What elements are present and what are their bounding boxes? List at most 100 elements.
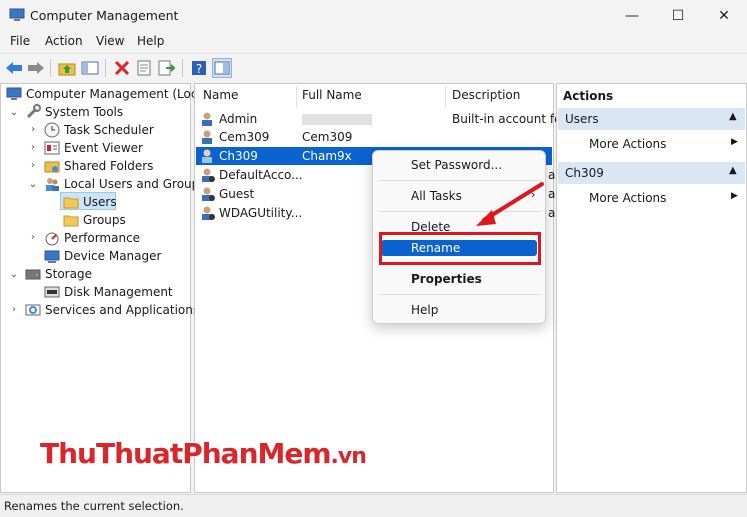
actions-section-title: Users (565, 112, 599, 126)
submenu-arrow-icon: ▶ (731, 191, 738, 201)
tree-item-shared-folders[interactable]: Shared Folders (44, 157, 153, 175)
menu-view[interactable]: View (96, 34, 124, 48)
chevron-right-icon[interactable]: › (28, 142, 38, 153)
watermark-logo: ThuThuatPhanMem.vn (40, 437, 367, 470)
up-folder-icon (58, 63, 76, 76)
more-actions-ch309[interactable]: More Actions (589, 191, 666, 205)
close-icon: ✕ (718, 8, 730, 24)
tree-item-storage[interactable]: Storage (25, 265, 92, 283)
tree-item-event-viewer[interactable]: Event Viewer (44, 139, 143, 157)
menu-bar: File Action View Help (0, 32, 747, 52)
window-title: Computer Management (30, 8, 179, 23)
help-icon: ? (192, 61, 206, 76)
menu-item-properties[interactable]: Properties (411, 272, 482, 286)
chevron-down-icon[interactable]: ⌄ (9, 269, 19, 280)
row-name: Guest (219, 187, 255, 201)
tree-item-system-tools[interactable]: System Tools (25, 103, 123, 121)
tree-item-disk-management[interactable]: Disk Management (44, 283, 173, 301)
users-groups-icon (46, 178, 59, 191)
title-bar: Computer Management — ☐ ✕ (0, 0, 747, 32)
menu-action[interactable]: Action (45, 34, 83, 48)
properties-icon (137, 60, 151, 76)
menu-item-set-password[interactable]: Set Password... (411, 158, 502, 172)
forward-button[interactable] (26, 58, 46, 78)
up-one-level-button[interactable] (57, 58, 77, 78)
tree-item-users[interactable]: Users (63, 193, 117, 211)
event-viewer-icon (44, 141, 60, 155)
menu-item-all-tasks[interactable]: All Tasks (411, 189, 462, 203)
performance-icon (45, 232, 59, 246)
column-header-full-name[interactable]: Full Name (302, 88, 362, 108)
export-icon (158, 60, 176, 76)
tree-item-local-users-and-groups[interactable]: Local Users and Groups (44, 175, 206, 193)
maximize-icon: ☐ (671, 8, 685, 24)
row-full-name: Cham9x (302, 149, 352, 163)
properties-button[interactable] (134, 58, 154, 78)
tree-item-label: Disk Management (64, 285, 173, 299)
device-manager-icon (44, 250, 60, 263)
svg-text:?: ? (196, 62, 202, 76)
tree-item-task-scheduler[interactable]: Task Scheduler (44, 121, 154, 139)
user-icon (202, 149, 212, 163)
collapse-icon[interactable]: ▲ (729, 165, 737, 176)
back-button[interactable] (4, 58, 24, 78)
delete-button[interactable] (112, 58, 132, 78)
tree-item-label: Local Users and Groups (64, 177, 206, 191)
column-header-description[interactable]: Description (452, 88, 520, 108)
user-icon (202, 130, 212, 144)
row-name: Admin (219, 112, 258, 126)
tree-item-label: Device Manager (64, 249, 162, 263)
toolbar: ? (0, 53, 747, 81)
actions-header: Actions (563, 89, 614, 103)
user-icon (202, 187, 215, 201)
menu-file[interactable]: File (10, 34, 30, 48)
tree-item-label: Services and Applications (45, 303, 200, 317)
chevron-right-icon[interactable]: › (9, 304, 19, 315)
tree-item-computer-management[interactable]: Computer Management (Local (6, 85, 208, 103)
red-arrow-icon (476, 182, 544, 226)
folder-icon (63, 215, 79, 227)
show-hide-tree-icon (81, 61, 99, 75)
maximize-button[interactable]: ☐ (655, 0, 701, 32)
user-icon (202, 206, 215, 220)
tree-item-label: Computer Management (Local (26, 87, 209, 101)
tree-item-performance[interactable]: Performance (44, 229, 140, 247)
tree-item-label: Storage (45, 267, 92, 281)
row-description: Built-in account fo (452, 112, 562, 126)
column-header-name[interactable]: Name (203, 88, 238, 108)
tree-item-label: Users (83, 195, 117, 209)
row-name: WDAGUtility... (219, 206, 303, 220)
back-arrow-icon (6, 62, 22, 74)
chevron-right-icon[interactable]: › (28, 160, 38, 171)
collapse-icon[interactable]: ▲ (729, 111, 737, 122)
table-row[interactable]: Cem309 Cem309 (196, 128, 552, 146)
chevron-down-icon[interactable]: ⌄ (28, 179, 38, 190)
table-row[interactable]: Admin Built-in account fo (196, 110, 561, 128)
show-hide-console-tree-button[interactable] (80, 58, 100, 78)
tree-item-label: Event Viewer (64, 141, 143, 155)
minimize-button[interactable]: — (609, 0, 655, 32)
chevron-right-icon[interactable]: › (28, 232, 38, 243)
status-bar: Renames the current selection. (0, 494, 747, 517)
tree-item-label: Groups (83, 213, 126, 227)
computer-management-icon (9, 8, 25, 21)
chevron-right-icon[interactable]: › (28, 124, 38, 135)
tree-item-groups[interactable]: Groups (63, 211, 126, 229)
tree-item-services-and-applications[interactable]: Services and Applications (25, 301, 199, 319)
disk-icon (44, 286, 60, 298)
show-hide-action-pane-button[interactable] (212, 58, 232, 78)
menu-item-help[interactable]: Help (411, 303, 438, 317)
tools-icon (26, 104, 41, 119)
close-button[interactable]: ✕ (701, 0, 747, 32)
more-actions-users[interactable]: More Actions (589, 137, 666, 151)
minimize-icon: — (625, 8, 639, 24)
services-icon (25, 304, 41, 316)
export-list-button[interactable] (157, 58, 177, 78)
menu-help[interactable]: Help (137, 34, 164, 48)
folder-icon (63, 197, 79, 209)
help-button[interactable]: ? (189, 58, 209, 78)
tree-item-device-manager[interactable]: Device Manager (44, 247, 161, 265)
user-icon (202, 168, 215, 182)
chevron-down-icon[interactable]: ⌄ (9, 107, 19, 118)
clock-icon (44, 122, 60, 138)
